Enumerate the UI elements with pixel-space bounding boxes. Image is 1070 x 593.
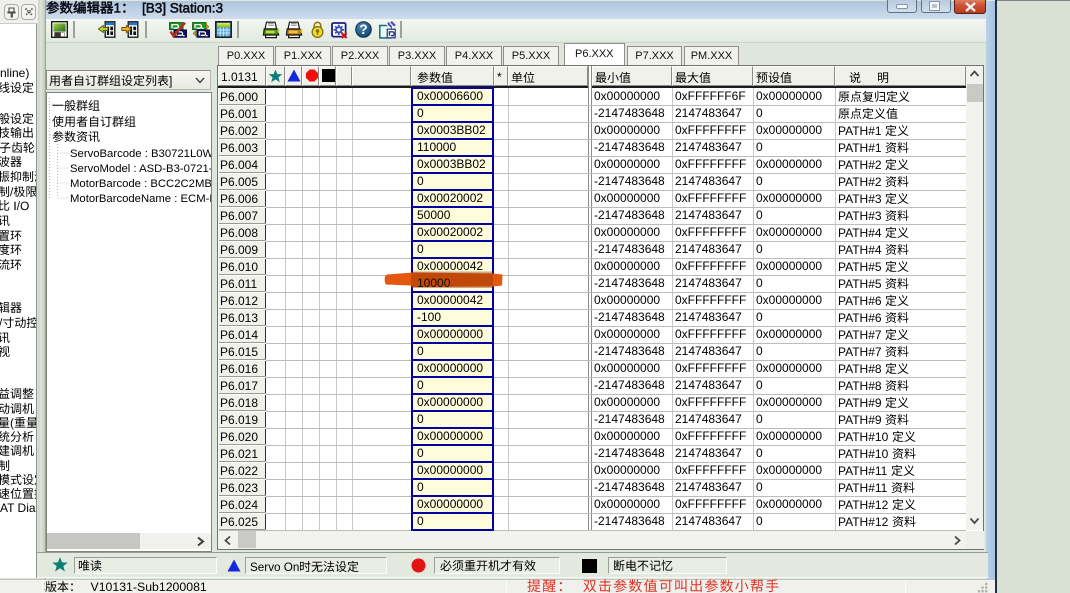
svg-text:?: ?: [359, 22, 367, 37]
